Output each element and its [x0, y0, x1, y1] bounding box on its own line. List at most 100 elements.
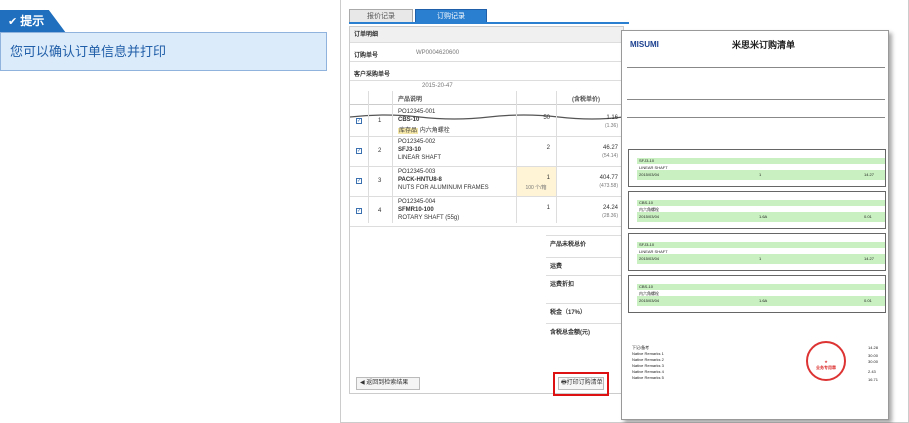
tip-message: 您可以确认订单信息并打印: [0, 32, 327, 71]
sheet-rule: [627, 117, 885, 118]
row-qty: 2: [546, 145, 550, 151]
col-unit-price: (含税单价): [572, 97, 600, 103]
row-price-tax: (1.36): [604, 123, 618, 129]
row-qty: 1: [546, 175, 550, 181]
sheet-date: 2015/03/04: [639, 172, 660, 177]
sheet-name: LINEAR SHAFT: [639, 165, 668, 170]
row-no: 4: [378, 208, 382, 214]
sheet-amount: 14.27: [864, 256, 875, 261]
remark-line: Native Remarks 1: [632, 351, 664, 356]
sheet-model: CBS-10: [639, 284, 654, 289]
thumbs-up-icon: ✔: [8, 16, 18, 28]
col-product-desc: 产品说明: [398, 97, 423, 103]
row-no: 3: [378, 178, 382, 184]
row-code: PO12345-003: [398, 169, 436, 175]
table-header: 产品说明 (含税单价): [350, 91, 623, 105]
sheet-total: 30.00: [868, 359, 879, 364]
back-to-results-button[interactable]: ◀ 返回到检索结果: [356, 377, 420, 390]
row-model: SFJ3-10: [398, 147, 422, 153]
row-no: 2: [378, 148, 382, 154]
tip-box: ✔ 提示 您可以确认订单信息并打印: [0, 10, 327, 76]
row-checkbox[interactable]: ✓: [356, 178, 362, 184]
tip-title: 提示: [20, 14, 45, 28]
row-qty-pack: 100 个/箱: [525, 185, 547, 191]
order-detail-panel: 订单明细 订购单号 WP0004620600 客户采购单号 2015-20-47…: [349, 26, 625, 396]
sheet-name: LINEAR SHAFT: [639, 249, 668, 254]
col-divider: [516, 91, 517, 223]
sheet-total: 2.43: [868, 369, 876, 374]
row-name: LINEAR SHAFT: [398, 155, 442, 161]
order-no-label: 订购单号: [354, 53, 379, 59]
table-row[interactable]: ✓ 4 PO12345-004 SFMR10-100 ROTARY SHAFT …: [350, 197, 623, 227]
row-model: SFMR10-100: [398, 207, 434, 213]
sheet-amount: 0.01: [864, 298, 872, 303]
qty-highlight: [516, 167, 556, 196]
sheet-product-block: SFJ3-10 LINEAR SHAFT 2015/03/04 1 14.27: [628, 149, 886, 187]
col-divider: [556, 91, 557, 223]
sheet-qty: 1.6A: [759, 214, 768, 219]
sheet-amount: 14.27: [864, 172, 875, 177]
row-name: 内六角螺栓: [419, 128, 450, 134]
order-no-row: 订购单号 WP0004620600: [350, 44, 623, 62]
sheet-total: 16.71: [868, 377, 879, 382]
green-band: [637, 242, 885, 248]
row-qty: 1: [546, 205, 550, 211]
sheet-qty: 1: [759, 172, 762, 177]
back-button-label: 返回到检索结果: [366, 380, 409, 386]
row-price: 1.16: [606, 115, 618, 121]
print-order-button[interactable]: 🖶打印订购清单: [558, 377, 604, 390]
sheet-date: 2015/03/04: [639, 298, 660, 303]
tab-quote-history[interactable]: 报价记录: [349, 9, 413, 23]
stock-badge: 库存品: [398, 128, 419, 134]
table-row[interactable]: ✓ 2 PO12345-002 SFJ3-10 LINEAR SHAFT 2 4…: [350, 137, 623, 167]
row-checkbox[interactable]: ✓: [356, 148, 362, 154]
sheet-title: 米思米订购清单: [732, 40, 796, 50]
sheet-date: 2015/03/04: [639, 256, 660, 261]
row-checkbox[interactable]: ✓: [356, 208, 362, 214]
col-divider: [368, 91, 369, 223]
row-code: PO12345-001: [398, 109, 436, 115]
green-band: [637, 284, 885, 290]
row-price-tax: (54.14): [602, 153, 618, 159]
tip-tab: ✔ 提示: [0, 10, 66, 33]
seal-text: 业务专用章: [816, 365, 836, 370]
order-date: 2015-20-47: [422, 83, 453, 89]
remark-line: Native Remarks 3: [632, 363, 664, 368]
tab-underline: [349, 22, 629, 24]
sheet-qty: 1: [759, 256, 762, 261]
sheet-total: 30.00: [868, 353, 879, 358]
row-code: PO12345-004: [398, 199, 436, 205]
freight-label: 运费: [546, 257, 625, 275]
print-button-label: 打印订购清单: [566, 380, 603, 386]
total-label: 含税总金额(元): [546, 323, 625, 341]
row-name: ROTARY SHAFT (55g): [398, 215, 460, 221]
row-no: 1: [378, 118, 382, 124]
company-seal: ★ 业务专用章: [806, 341, 846, 381]
row-code: PO12345-002: [398, 139, 436, 145]
sheet-product-block: CBS-10 内六角螺栓 2015/03/04 1.6A 0.01: [628, 275, 886, 313]
row-model: PACK-HNTU8-8: [398, 177, 442, 183]
row-price: 24.24: [602, 205, 618, 211]
remark-line: Native Remarks 2: [632, 357, 664, 362]
green-band: [637, 200, 885, 206]
back-arrow-icon: ◀: [360, 380, 365, 386]
sheet-total: 14.28: [868, 345, 879, 350]
misumi-logo: MISUMI: [630, 40, 659, 49]
row-price: 46.27: [602, 145, 618, 151]
row-price-tax: (28.36): [602, 213, 618, 219]
freight-discount-label: 运费折扣: [546, 275, 625, 293]
sheet-product-block: SFJ3-10 LINEAR SHAFT 2015/03/04 1 14.27: [628, 233, 886, 271]
sheet-rule: [627, 67, 885, 68]
table-row[interactable]: ✓ 3 PO12345-003 PACK-HNTU8-8 NUTS FOR AL…: [350, 167, 623, 197]
sheet-model: SFJ3-10: [639, 158, 655, 163]
col-divider: [392, 91, 393, 223]
sheet-qty: 1.6A: [759, 298, 768, 303]
row-price-tax: (473.58): [599, 183, 618, 189]
row-checkbox[interactable]: ✓: [356, 118, 362, 124]
table-row[interactable]: ✓ 1 PO12345-001 CBS-10 库存品 内六角螺栓 50 1.16…: [350, 107, 623, 137]
remark-line: Native Remarks 5: [632, 375, 664, 380]
sheet-rule: [627, 99, 885, 100]
sheet-amount: 0.01: [864, 214, 872, 219]
tab-order-history[interactable]: 订购记录: [415, 9, 487, 23]
row-name-line: 库存品 内六角螺栓: [398, 125, 450, 134]
